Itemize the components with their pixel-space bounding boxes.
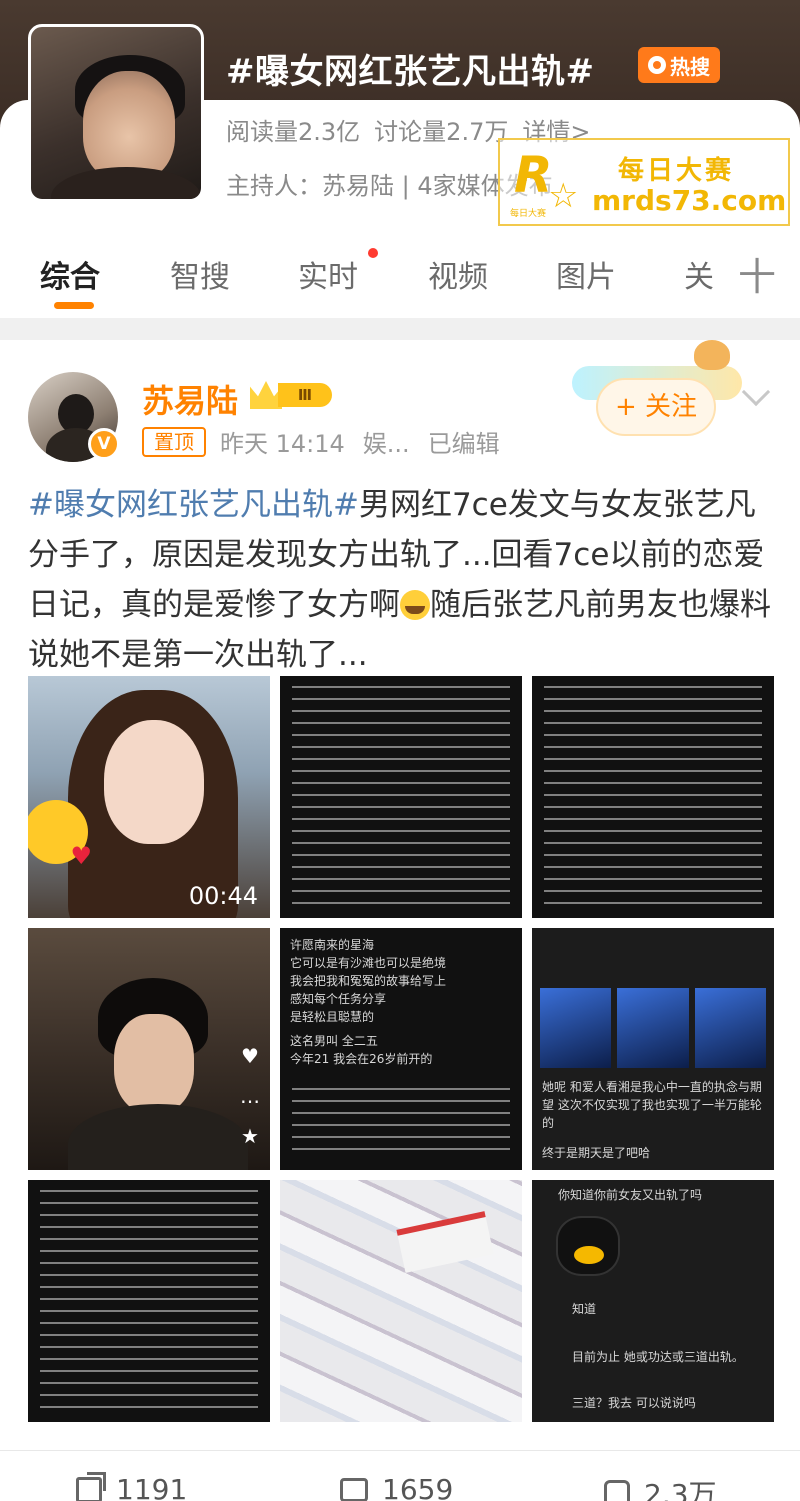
shiba-icon bbox=[694, 340, 730, 370]
edited-label: 已编辑 bbox=[427, 430, 500, 458]
like-button[interactable]: 2.3万 bbox=[604, 1473, 717, 1501]
screenshot-line: 我会把我和冤冤的故事给写上 bbox=[290, 974, 447, 988]
active-tab-indicator bbox=[54, 302, 94, 309]
image-thumbnail-long-text[interactable] bbox=[28, 1180, 270, 1422]
penguin-sticker bbox=[556, 1216, 620, 1276]
fire-icon bbox=[648, 56, 666, 74]
tab-smart-search[interactable]: 智搜 bbox=[170, 252, 230, 296]
topic-title: #曝女网红张艺凡出轨# bbox=[226, 52, 595, 92]
diary-text-lines bbox=[292, 686, 510, 908]
watermark-letter: R bbox=[514, 146, 553, 204]
image-thumbnail-chat[interactable]: 你知道你前女友又出轨了吗 知道 目前为止 她或功达或三道出轨。 三道？我去 可以… bbox=[532, 1180, 774, 1422]
image-thumbnail-portrait[interactable]: ♥ … ★ bbox=[28, 928, 270, 1170]
chat-answer-3: 三道？我去 可以说说吗 bbox=[572, 1396, 696, 1410]
screenshot-line: 它可以是有沙滩也可以是绝境 bbox=[290, 956, 447, 970]
screenshot-text-lines bbox=[292, 1088, 510, 1160]
author-name[interactable]: 苏易陆 bbox=[142, 376, 238, 422]
read-count: 阅读量2.3亿 bbox=[226, 118, 361, 146]
chat-answer-2: 目前为止 她或功达或三道出轨。 bbox=[572, 1350, 744, 1364]
post-body: #曝女网红张艺凡出轨#男网红7ce发文与女友张艺凡分手了，原因是发现女方出轨了.… bbox=[28, 480, 778, 680]
screenshot-line: 感知每个任务分享 bbox=[290, 992, 387, 1006]
like-count: 2.3万 bbox=[644, 1478, 717, 1501]
tab-video[interactable]: 视频 bbox=[428, 252, 488, 296]
member-level: Ⅲ bbox=[278, 383, 332, 407]
hot-search-label: 热搜 bbox=[670, 54, 710, 79]
social-caption-2: 终于是期天是了吧哈 bbox=[542, 1146, 651, 1160]
chat-background bbox=[532, 1180, 774, 1422]
share-icon bbox=[76, 1476, 102, 1501]
video-side-icons: ♥ … ★ bbox=[236, 1024, 264, 1148]
comment-count: 1659 bbox=[382, 1473, 454, 1501]
photo-strip bbox=[540, 988, 766, 1068]
cover-face bbox=[83, 71, 175, 181]
share-button[interactable]: 1191 bbox=[76, 1473, 187, 1501]
girl-face bbox=[104, 720, 204, 844]
video-duration: 00:44 bbox=[188, 882, 258, 910]
cover-body bbox=[51, 167, 201, 199]
follow-button[interactable]: + 关注 bbox=[596, 378, 716, 436]
social-caption: 她呢 和爱人看湘是我心中一直的执念与期望 这次不仅实现了我也实现了一半万能轮的 bbox=[542, 1080, 762, 1130]
chat-question: 你知道你前女友又出轨了吗 bbox=[558, 1188, 703, 1202]
member-level-badge[interactable]: Ⅲ bbox=[250, 379, 336, 411]
chat-answer-1: 知道 bbox=[572, 1302, 597, 1316]
image-thumbnail-diary-2[interactable] bbox=[532, 676, 774, 918]
topic-cover-image[interactable] bbox=[28, 24, 204, 202]
long-text-lines bbox=[40, 1190, 258, 1412]
comment-button[interactable]: 1659 bbox=[340, 1473, 453, 1501]
pinned-badge: 置顶 bbox=[142, 427, 206, 457]
crying-emoji-icon bbox=[400, 590, 430, 620]
discussion-count: 讨论量2.7万 bbox=[374, 118, 509, 146]
tab-follow[interactable]: 关 bbox=[684, 252, 714, 296]
diary-text-lines bbox=[544, 686, 762, 908]
screenshot-line: 许愿南来的星海 bbox=[290, 938, 375, 952]
share-count: 1191 bbox=[116, 1473, 188, 1501]
watermark-small-text: 每日大赛 bbox=[510, 209, 547, 219]
tab-images[interactable]: 图片 bbox=[556, 252, 616, 296]
hot-search-badge[interactable]: 热搜 bbox=[638, 47, 720, 83]
post-source: 娱... bbox=[362, 430, 410, 458]
post-meta: 昨天 14:14 娱... 已编辑 bbox=[220, 424, 500, 459]
media-grid: 00:44 ♥ … ★ 许愿南来的星海 它可以是有沙滩也可以是绝境 我会把我和冤… bbox=[28, 676, 774, 1424]
thumbs-up-icon bbox=[604, 1480, 630, 1501]
screenshot-line: 是轻松且聪慧的 bbox=[290, 1010, 375, 1024]
watermark-url: mrds73.com bbox=[592, 184, 787, 217]
post-action-bar: 1191 1659 2.3万 bbox=[0, 1450, 800, 1501]
site-watermark: R ☆ 每日大赛 每日大赛 mrds73.com bbox=[498, 138, 790, 226]
image-thumbnail-post-screenshot[interactable]: 许愿南来的星海 它可以是有沙滩也可以是绝境 我会把我和冤冤的故事给写上 感知每个… bbox=[280, 928, 522, 1170]
image-thumbnail-social-post[interactable]: 她呢 和爱人看湘是我心中一直的执念与期望 这次不仅实现了我也实现了一半万能轮的 … bbox=[532, 928, 774, 1170]
comment-icon bbox=[340, 1477, 368, 1501]
boy-face bbox=[114, 1014, 194, 1114]
verified-icon: V bbox=[88, 428, 120, 460]
image-thumbnail-tickets[interactable] bbox=[280, 1180, 522, 1422]
screenshot-line: 今年21 我会在26岁前开的 bbox=[290, 1052, 433, 1066]
post-hashtag[interactable]: #曝女网红张艺凡出轨# bbox=[28, 487, 359, 523]
watermark-title: 每日大赛 bbox=[618, 156, 735, 186]
video-thumbnail[interactable]: 00:44 bbox=[28, 676, 270, 918]
heart-icon: ♥ bbox=[241, 1044, 259, 1068]
kiss-emoji-icon bbox=[28, 800, 92, 870]
screenshot-line: 这名男叫 全二五 bbox=[290, 1034, 378, 1048]
tab-bar: 综合 智搜 实时 视频 图片 关 十 bbox=[0, 240, 800, 318]
tab-realtime[interactable]: 实时 bbox=[298, 252, 358, 296]
image-thumbnail-diary-1[interactable] bbox=[280, 676, 522, 918]
post-time: 昨天 14:14 bbox=[220, 430, 345, 458]
section-divider bbox=[0, 318, 800, 340]
comment-icon: … bbox=[240, 1084, 260, 1108]
star-icon: ☆ bbox=[548, 176, 579, 216]
add-tab-icon[interactable]: 十 bbox=[738, 246, 776, 301]
chevron-down-icon[interactable] bbox=[741, 377, 771, 407]
star-icon: ★ bbox=[241, 1124, 259, 1148]
tab-comprehensive[interactable]: 综合 bbox=[40, 252, 100, 296]
new-content-dot bbox=[368, 248, 378, 258]
